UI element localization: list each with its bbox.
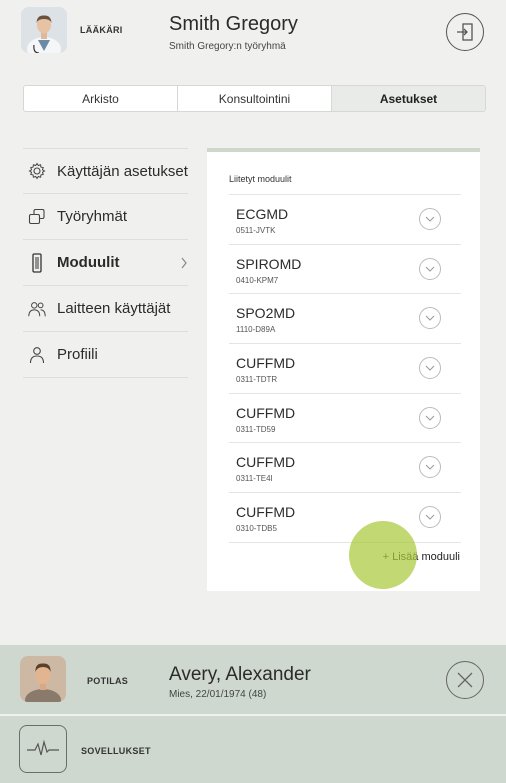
side-item-user-settings[interactable]: Käyttäjän asetukset (23, 148, 188, 194)
patient-name: Avery, Alexander (169, 664, 311, 685)
module-name: SPO2MD (236, 305, 296, 322)
list-item[interactable]: CUFFMD 0311-TE4I (229, 443, 461, 494)
module-name: CUFFMD (236, 454, 296, 471)
side-item-label: Laitteen käyttäjät (57, 300, 171, 317)
logout-button[interactable] (446, 13, 484, 51)
close-icon (457, 672, 473, 688)
tab-settings[interactable]: Asetukset (332, 86, 485, 111)
list-item[interactable]: CUFFMD 0310-TDB5 (229, 493, 461, 543)
modules-panel: Liitetyt moduulit ECGMD 0511-JVTK SPIROM… (207, 148, 480, 591)
side-item-modules[interactable]: Moduulit (23, 240, 188, 286)
side-item-label: Profiili (57, 346, 98, 363)
list-item[interactable]: CUFFMD 0311-TD59 (229, 394, 461, 444)
chevron-down-icon (425, 316, 435, 322)
patient-bar: POTILAS Avery, Alexander Mies, 22/01/197… (0, 645, 506, 714)
side-item-device-users[interactable]: Laitteen käyttäjät (23, 286, 188, 332)
app-header: LÄÄKÄRI Smith Gregory Smith Gregory:n ty… (0, 0, 506, 64)
side-item-label: Työryhmät (57, 208, 128, 225)
module-name: SPIROMD (236, 255, 302, 272)
tab-consultations[interactable]: Konsultointini (178, 86, 332, 111)
expand-button[interactable] (419, 357, 441, 380)
person-icon (27, 345, 47, 365)
user-team: Smith Gregory:n työryhmä (169, 41, 286, 52)
list-item[interactable]: ECGMD 0511-JVTK (229, 195, 461, 245)
side-item-label: Käyttäjän asetukset (57, 162, 188, 180)
module-code: 1110-D89A (236, 325, 276, 335)
panel-title: Liitetyt moduulit (229, 174, 292, 184)
list-item[interactable]: SPIROMD 0410-KPM7 (229, 245, 461, 295)
ecg-wave-icon (27, 739, 59, 756)
patient-avatar (20, 656, 66, 702)
module-code: 0410-KPM7 (236, 275, 279, 285)
logout-icon (457, 23, 473, 41)
patient-details: Mies, 22/01/1974 (48) (169, 689, 267, 700)
module-name: ECGMD (236, 206, 289, 222)
expand-button[interactable] (419, 506, 441, 529)
module-name: CUFFMD (236, 355, 296, 372)
expand-button[interactable] (419, 257, 441, 280)
chevron-down-icon (425, 266, 435, 272)
apps-button[interactable] (19, 725, 67, 773)
chevron-down-icon (425, 514, 435, 520)
gear-icon (27, 161, 47, 181)
module-code: 0310-TDB5 (236, 524, 277, 534)
add-module-button[interactable]: + Lisää moduuli (383, 551, 460, 563)
apps-bar: SOVELLUKSET (0, 716, 506, 783)
module-list: ECGMD 0511-JVTK SPIROMD 0410-KPM7 SPO2MD… (229, 194, 461, 543)
expand-button[interactable] (419, 307, 441, 330)
users-icon (27, 299, 47, 319)
side-item-profile[interactable]: Profiili (23, 332, 188, 378)
list-item[interactable]: CUFFMD 0311-TDTR (229, 344, 461, 394)
apps-label: SOVELLUKSET (81, 746, 151, 756)
module-code: 0311-TE4I (236, 474, 273, 484)
expand-button[interactable] (419, 456, 441, 479)
tab-archive[interactable]: Arkisto (24, 86, 178, 111)
main-tabs: Arkisto Konsultointini Asetukset (23, 85, 486, 112)
module-code: 0311-TDTR (236, 375, 278, 385)
side-item-label: Moduulit (57, 254, 120, 271)
chevron-right-icon (181, 257, 187, 268)
groups-icon (27, 207, 47, 227)
user-name: Smith Gregory (169, 13, 298, 35)
patient-role-label: POTILAS (87, 676, 129, 686)
doctor-avatar (21, 7, 67, 53)
chevron-down-icon (425, 465, 435, 471)
module-name: CUFFMD (236, 504, 296, 521)
settings-menu: Käyttäjän asetukset Työryhmät Moduulit L… (23, 148, 188, 378)
module-code: 0511-JVTK (236, 226, 276, 235)
module-name: CUFFMD (236, 404, 296, 421)
chevron-down-icon (425, 415, 435, 421)
device-icon (27, 252, 47, 273)
expand-button[interactable] (419, 208, 441, 230)
module-code: 0311-TD59 (236, 424, 276, 434)
expand-button[interactable] (419, 406, 441, 429)
close-patient-button[interactable] (446, 661, 484, 699)
chevron-down-icon (425, 216, 435, 222)
user-role-label: LÄÄKÄRI (80, 25, 123, 35)
list-item[interactable]: SPO2MD 1110-D89A (229, 294, 461, 345)
side-item-teams[interactable]: Työryhmät (23, 194, 188, 240)
chevron-down-icon (425, 365, 435, 371)
